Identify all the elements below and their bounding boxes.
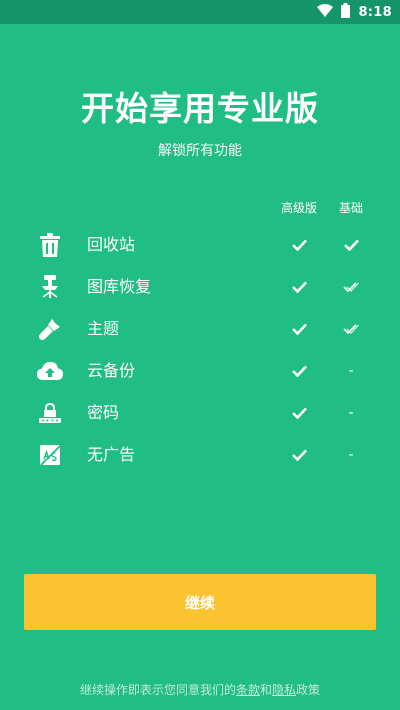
status-bar: 8:18 xyxy=(0,0,400,24)
continue-button[interactable]: 继续 xyxy=(24,574,376,630)
feature-label: 无广告 xyxy=(87,445,136,464)
battery-icon xyxy=(341,2,351,22)
basic-unavailable-dash: - xyxy=(348,447,354,463)
trash-icon xyxy=(36,232,64,258)
terms-link[interactable]: 条款 xyxy=(236,683,260,697)
premium-check-icon xyxy=(274,350,324,392)
page-subtitle: 解锁所有功能 xyxy=(158,143,242,159)
premium-check-icon xyxy=(274,434,324,476)
page-title: 开始享用专业版 xyxy=(81,89,319,128)
feature-row-password: 密码 - xyxy=(0,392,400,434)
basic-double-check-icon xyxy=(326,266,376,308)
cloud-upload-icon xyxy=(36,358,64,384)
column-header-premium: 高级版 xyxy=(280,201,317,215)
feature-row-themes: 主题 xyxy=(0,308,400,350)
lock-icon xyxy=(36,400,64,426)
basic-check-icon xyxy=(326,224,376,266)
premium-check-icon xyxy=(274,392,324,434)
footer-text: 继续操作即表示您同意我们的 xyxy=(79,683,236,697)
terms-footer: 继续操作即表示您同意我们的条款和隐私政策 xyxy=(0,681,400,698)
status-time: 8:18 xyxy=(358,4,392,20)
footer-text: 政策 xyxy=(296,683,321,697)
column-header-basic: 基础 xyxy=(338,201,363,215)
feature-row-recycle-bin: 回收站 xyxy=(0,224,400,266)
basic-unavailable-dash: - xyxy=(348,363,354,379)
premium-check-icon xyxy=(274,266,324,308)
feature-label: 主题 xyxy=(87,319,120,338)
privacy-link[interactable]: 隐私 xyxy=(272,683,296,697)
feature-label: 云备份 xyxy=(87,361,136,380)
brush-icon xyxy=(36,316,64,342)
feature-label: 回收站 xyxy=(87,235,136,254)
basic-unavailable-dash: - xyxy=(348,405,354,421)
footer-text: 和 xyxy=(259,683,272,697)
recovery-icon xyxy=(36,274,64,300)
wifi-icon xyxy=(317,3,334,22)
feature-row-no-ads: 无广告 - xyxy=(0,434,400,476)
feature-label: 密码 xyxy=(87,403,120,422)
feature-row-gallery-recovery: 图库恢复 xyxy=(0,266,400,308)
premium-check-icon xyxy=(274,224,324,266)
basic-double-check-icon xyxy=(326,308,376,350)
feature-label: 图库恢复 xyxy=(87,277,152,296)
feature-row-cloud-backup: 云备份 - xyxy=(0,350,400,392)
premium-check-icon xyxy=(274,308,324,350)
feature-list: 回收站 图库恢复 主题 云备份 - 密码 - 无广告 - xyxy=(0,224,400,476)
no-ads-icon xyxy=(36,442,64,468)
